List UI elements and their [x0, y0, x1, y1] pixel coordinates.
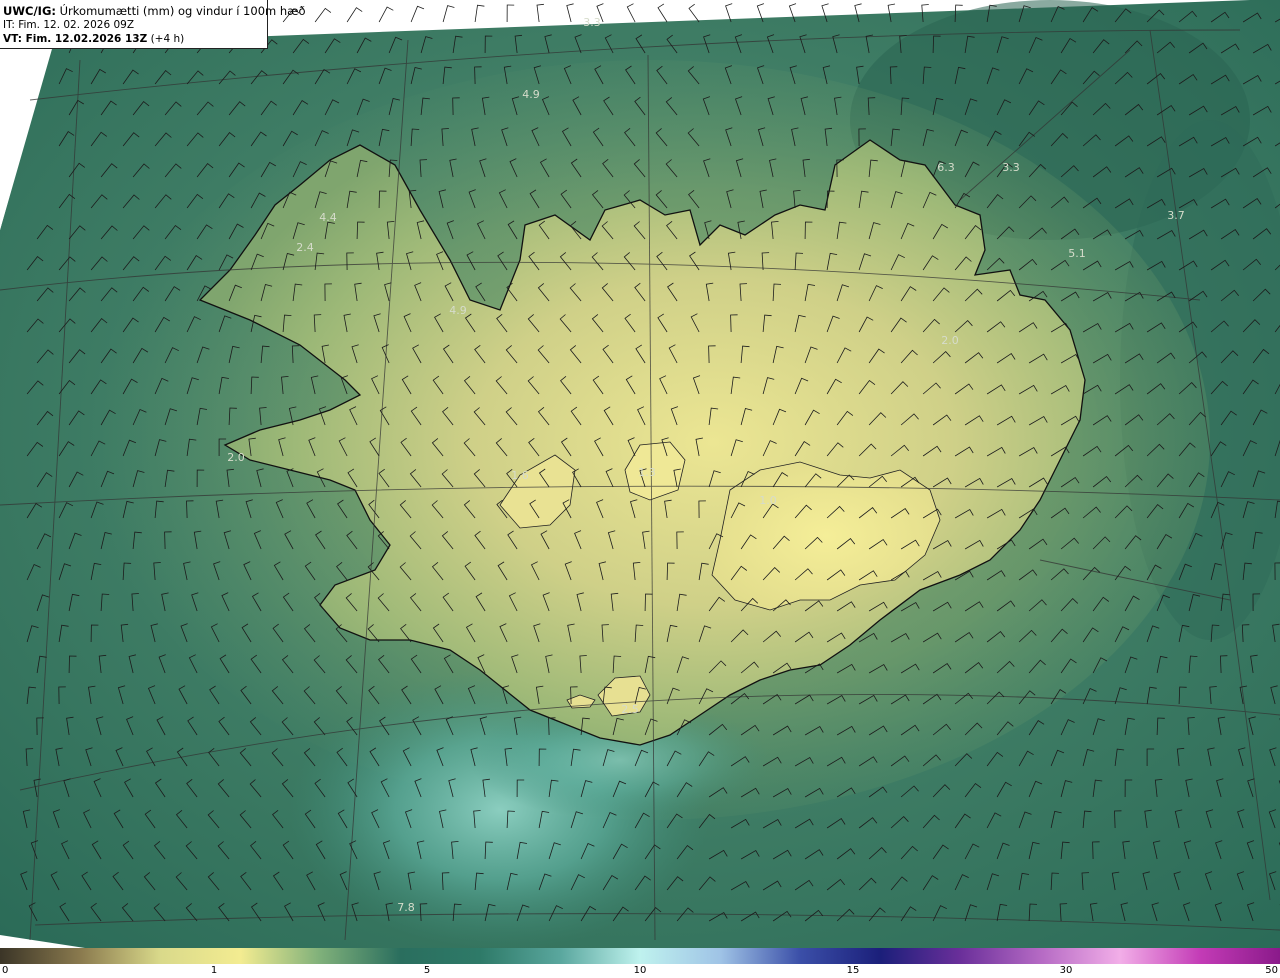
product-code: UWC/IG:: [3, 4, 56, 18]
wind-barb: [566, 3, 574, 23]
initial-time: IT: Fim. 12. 02. 2026 09Z: [3, 19, 135, 31]
precip-value-label: 2.5: [621, 703, 639, 716]
colorbar-gradient: [0, 948, 1280, 964]
wind-barb: [626, 3, 636, 23]
wind-barb: [410, 5, 425, 23]
precip-value-label: 4.9: [522, 88, 540, 101]
precip-value-label: 6.3: [937, 161, 955, 174]
wind-barb: [442, 5, 455, 23]
wind-barb: [657, 3, 668, 23]
precip-value-label: 7.8: [397, 901, 415, 914]
colorbar-tick-1: 1: [210, 965, 218, 976]
precip-value-label: 3.3: [1002, 161, 1020, 174]
colorbar-tick-5: 5: [423, 965, 431, 976]
title-line: UWC/IG: Úrkomumætti (mm) og vindur í 100…: [3, 4, 306, 18]
precip-value-label: 4.9: [449, 304, 467, 317]
precip-value-label: 1.6: [511, 469, 529, 482]
info-box: UWC/IG: Úrkomumætti (mm) og vindur í 100…: [0, 0, 306, 49]
colorbar-tick-30: 30: [1059, 965, 1073, 976]
precip-value-label: 2.0: [941, 334, 959, 347]
wind-barb: [506, 4, 515, 23]
wind-barb: [474, 4, 485, 23]
wind-barb: [314, 7, 332, 23]
precip-value-label: 2.4: [296, 241, 314, 254]
colorbar-tick-0: 0: [2, 965, 9, 976]
forecast-map[interactable]: 3.3 4.9 6.3 3.3 3.7 5.1 4.4 2.4 4.9 2.0 2.0 1.6 1.3 1…: [0, 0, 1280, 948]
precip-value-label: 2.0: [227, 451, 245, 464]
wind-barb: [688, 3, 700, 23]
colorbar: 0 1 5 10 15 30 50: [0, 948, 1280, 978]
precip-value-label: 1.0: [759, 494, 777, 507]
valid-time: VT: Fim. 12.02.2026 13Z: [3, 33, 148, 45]
precip-value-label: 3.7: [1167, 209, 1185, 222]
precip-value-label: 1.3: [638, 466, 656, 479]
wind-barb: [346, 7, 363, 23]
lead-time: (+4 h): [150, 33, 185, 45]
colorbar-tick-10: 10: [633, 965, 647, 976]
precip-value-label: 5.1: [1068, 247, 1086, 260]
valid-time-line: VT: Fim. 12.02.2026 13Z (+4 h): [3, 32, 264, 46]
wind-barb: [536, 3, 544, 23]
product-description: Úrkomumætti (mm) og vindur í 100m hæð: [59, 4, 306, 18]
precip-value-label: 3.3: [583, 16, 601, 29]
wind-barb: [378, 6, 394, 23]
colorbar-tick-50: 50: [1265, 965, 1278, 976]
precip-value-label: 4.4: [319, 211, 337, 224]
colorbar-tick-15: 15: [846, 965, 860, 976]
